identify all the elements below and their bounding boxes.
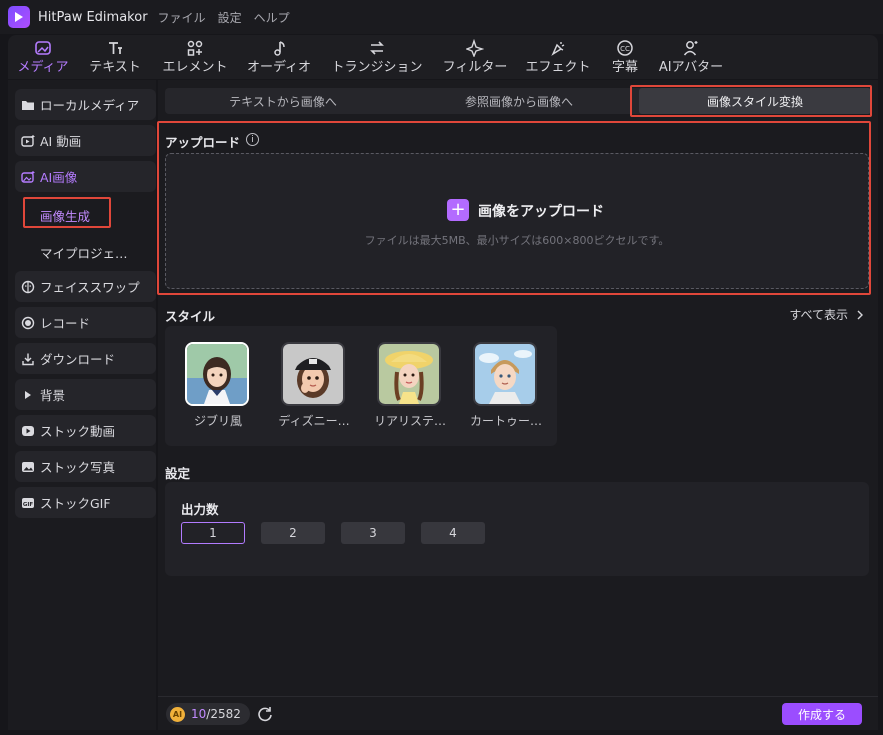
toolbar-effect-button[interactable]: エフェクト xyxy=(523,37,593,77)
svg-text:GIF: GIF xyxy=(23,502,34,508)
output-count-label: 出力数 xyxy=(181,502,219,517)
sidebar-item-ai-video[interactable]: AI 動画 xyxy=(15,125,156,156)
settings-section-title: 設定 xyxy=(165,466,191,481)
sidebar-subitem-my-projects[interactable]: マイプロジェ… xyxy=(40,243,128,262)
ai-image-icon xyxy=(21,170,35,183)
chevron-right-icon xyxy=(857,310,863,319)
transition-icon xyxy=(370,41,384,55)
menu-file[interactable]: ファイル xyxy=(158,9,206,26)
sidebar-item-stock-photo[interactable]: ストック写真 xyxy=(15,451,156,482)
style-thumbnail-ghibli xyxy=(185,342,249,406)
style-name-ghibli: ジブリ風 xyxy=(193,414,242,428)
tab-text-to-image[interactable]: テキストから画像へ xyxy=(165,88,401,114)
record-icon xyxy=(21,316,35,329)
stock-video-icon xyxy=(22,425,34,436)
app-logo-icon xyxy=(8,6,30,28)
style-card-realistic[interactable]: リアリステ… xyxy=(374,342,446,429)
gif-icon: GIF xyxy=(22,497,34,508)
tab-reference-to-image[interactable]: 参照画像から画像へ xyxy=(401,88,637,114)
credits-total: /2582 xyxy=(206,707,241,721)
style-thumbnail-cartoon xyxy=(473,342,537,406)
toolbar-elements-button[interactable]: エレメント xyxy=(160,37,230,77)
menu-help[interactable]: ヘルプ xyxy=(254,9,290,26)
style-name-cartoon: カートゥー… xyxy=(469,414,542,428)
toolbar-subtitle-button[interactable]: CC 字幕 xyxy=(605,37,645,77)
sidebar-item-stock-video[interactable]: ストック動画 xyxy=(15,415,156,446)
app-title: HitPaw Edimakor xyxy=(38,9,148,25)
ai-video-icon xyxy=(21,134,35,147)
menu-settings[interactable]: 設定 xyxy=(218,9,242,26)
elements-icon xyxy=(187,40,203,56)
style-name-disney: ディズニー… xyxy=(278,414,350,428)
image-generation-highlight xyxy=(23,197,111,228)
output-count-option-4[interactable]: 4 xyxy=(421,522,485,544)
text-icon xyxy=(109,42,122,54)
toolbar-avatar-button[interactable]: AIアバター xyxy=(656,37,726,77)
subtitle-icon: CC xyxy=(617,40,633,56)
style-transfer-tab-highlight xyxy=(630,85,872,117)
output-count-option-3[interactable]: 3 xyxy=(341,522,405,544)
main-panel: テキストから画像へ 参照画像から画像へ 画像スタイル変換 アップロード i + … xyxy=(157,80,878,730)
audio-icon xyxy=(274,41,285,56)
toolbar-media-button[interactable]: メディア xyxy=(17,37,69,77)
sidebar: ローカルメディア AI 動画 AI画像 画像生成 マイプロジェ… フェイススワッ… xyxy=(8,80,156,730)
create-button[interactable]: 作成する xyxy=(782,703,862,725)
coin-icon: AI xyxy=(170,706,185,722)
style-thumbnail-disney xyxy=(281,342,345,406)
style-card-disney[interactable]: ディズニー… xyxy=(278,342,350,429)
main-toolbar: メディア テキスト エレメント オーディオ トランジション フィルター エフェク… xyxy=(8,35,878,79)
footer-bar: AI 10 /2582 作成する xyxy=(158,696,878,730)
upload-section-highlight xyxy=(157,121,871,295)
sidebar-item-ai-image[interactable]: AI画像 xyxy=(15,161,156,192)
title-bar: HitPaw Edimakor ファイル 設定 ヘルプ xyxy=(0,0,883,34)
credits-used: 10 xyxy=(191,707,207,721)
download-icon xyxy=(22,353,34,365)
output-count-option-1[interactable]: 1 xyxy=(181,522,245,544)
media-icon xyxy=(35,41,51,55)
filter-icon xyxy=(466,39,484,57)
triangle-right-icon xyxy=(25,390,31,399)
face-swap-icon xyxy=(21,280,35,293)
toolbar-filter-button[interactable]: フィルター xyxy=(440,37,510,77)
toolbar-transition-button[interactable]: トランジション xyxy=(331,37,423,77)
effect-icon xyxy=(551,42,565,56)
folder-icon xyxy=(22,100,34,110)
toolbar-audio-button[interactable]: オーディオ xyxy=(244,37,314,77)
sidebar-item-record[interactable]: レコード xyxy=(15,307,156,338)
sidebar-item-download[interactable]: ダウンロード xyxy=(15,343,156,374)
see-all-link[interactable]: すべて表示 xyxy=(789,306,866,323)
toolbar-text-button[interactable]: テキスト xyxy=(89,37,141,77)
sidebar-item-stock-gif[interactable]: GIF ストックGIF xyxy=(15,487,156,518)
style-name-realistic: リアリステ… xyxy=(373,414,446,428)
style-thumbnail-realistic xyxy=(377,342,441,406)
sidebar-item-face-swap[interactable]: フェイススワップ xyxy=(15,271,156,302)
avatar-icon xyxy=(683,41,698,56)
sidebar-item-local-media[interactable]: ローカルメディア xyxy=(15,89,156,120)
refresh-icon[interactable] xyxy=(256,705,274,723)
style-card-ghibli[interactable]: ジブリ風 xyxy=(185,342,251,429)
settings-panel: 出力数 1 2 3 4 xyxy=(165,482,869,576)
style-grid: ジブリ風 ディズニー… リアリステ… カートゥー… xyxy=(165,326,557,446)
stock-photo-icon xyxy=(22,461,34,472)
credit-balance: AI 10 /2582 xyxy=(166,703,250,725)
style-card-cartoon[interactable]: カートゥー… xyxy=(470,342,542,429)
output-count-option-2[interactable]: 2 xyxy=(261,522,325,544)
sidebar-item-background[interactable]: 背景 xyxy=(15,379,156,410)
style-section-title: スタイル xyxy=(165,309,216,324)
svg-text:CC: CC xyxy=(620,45,630,53)
